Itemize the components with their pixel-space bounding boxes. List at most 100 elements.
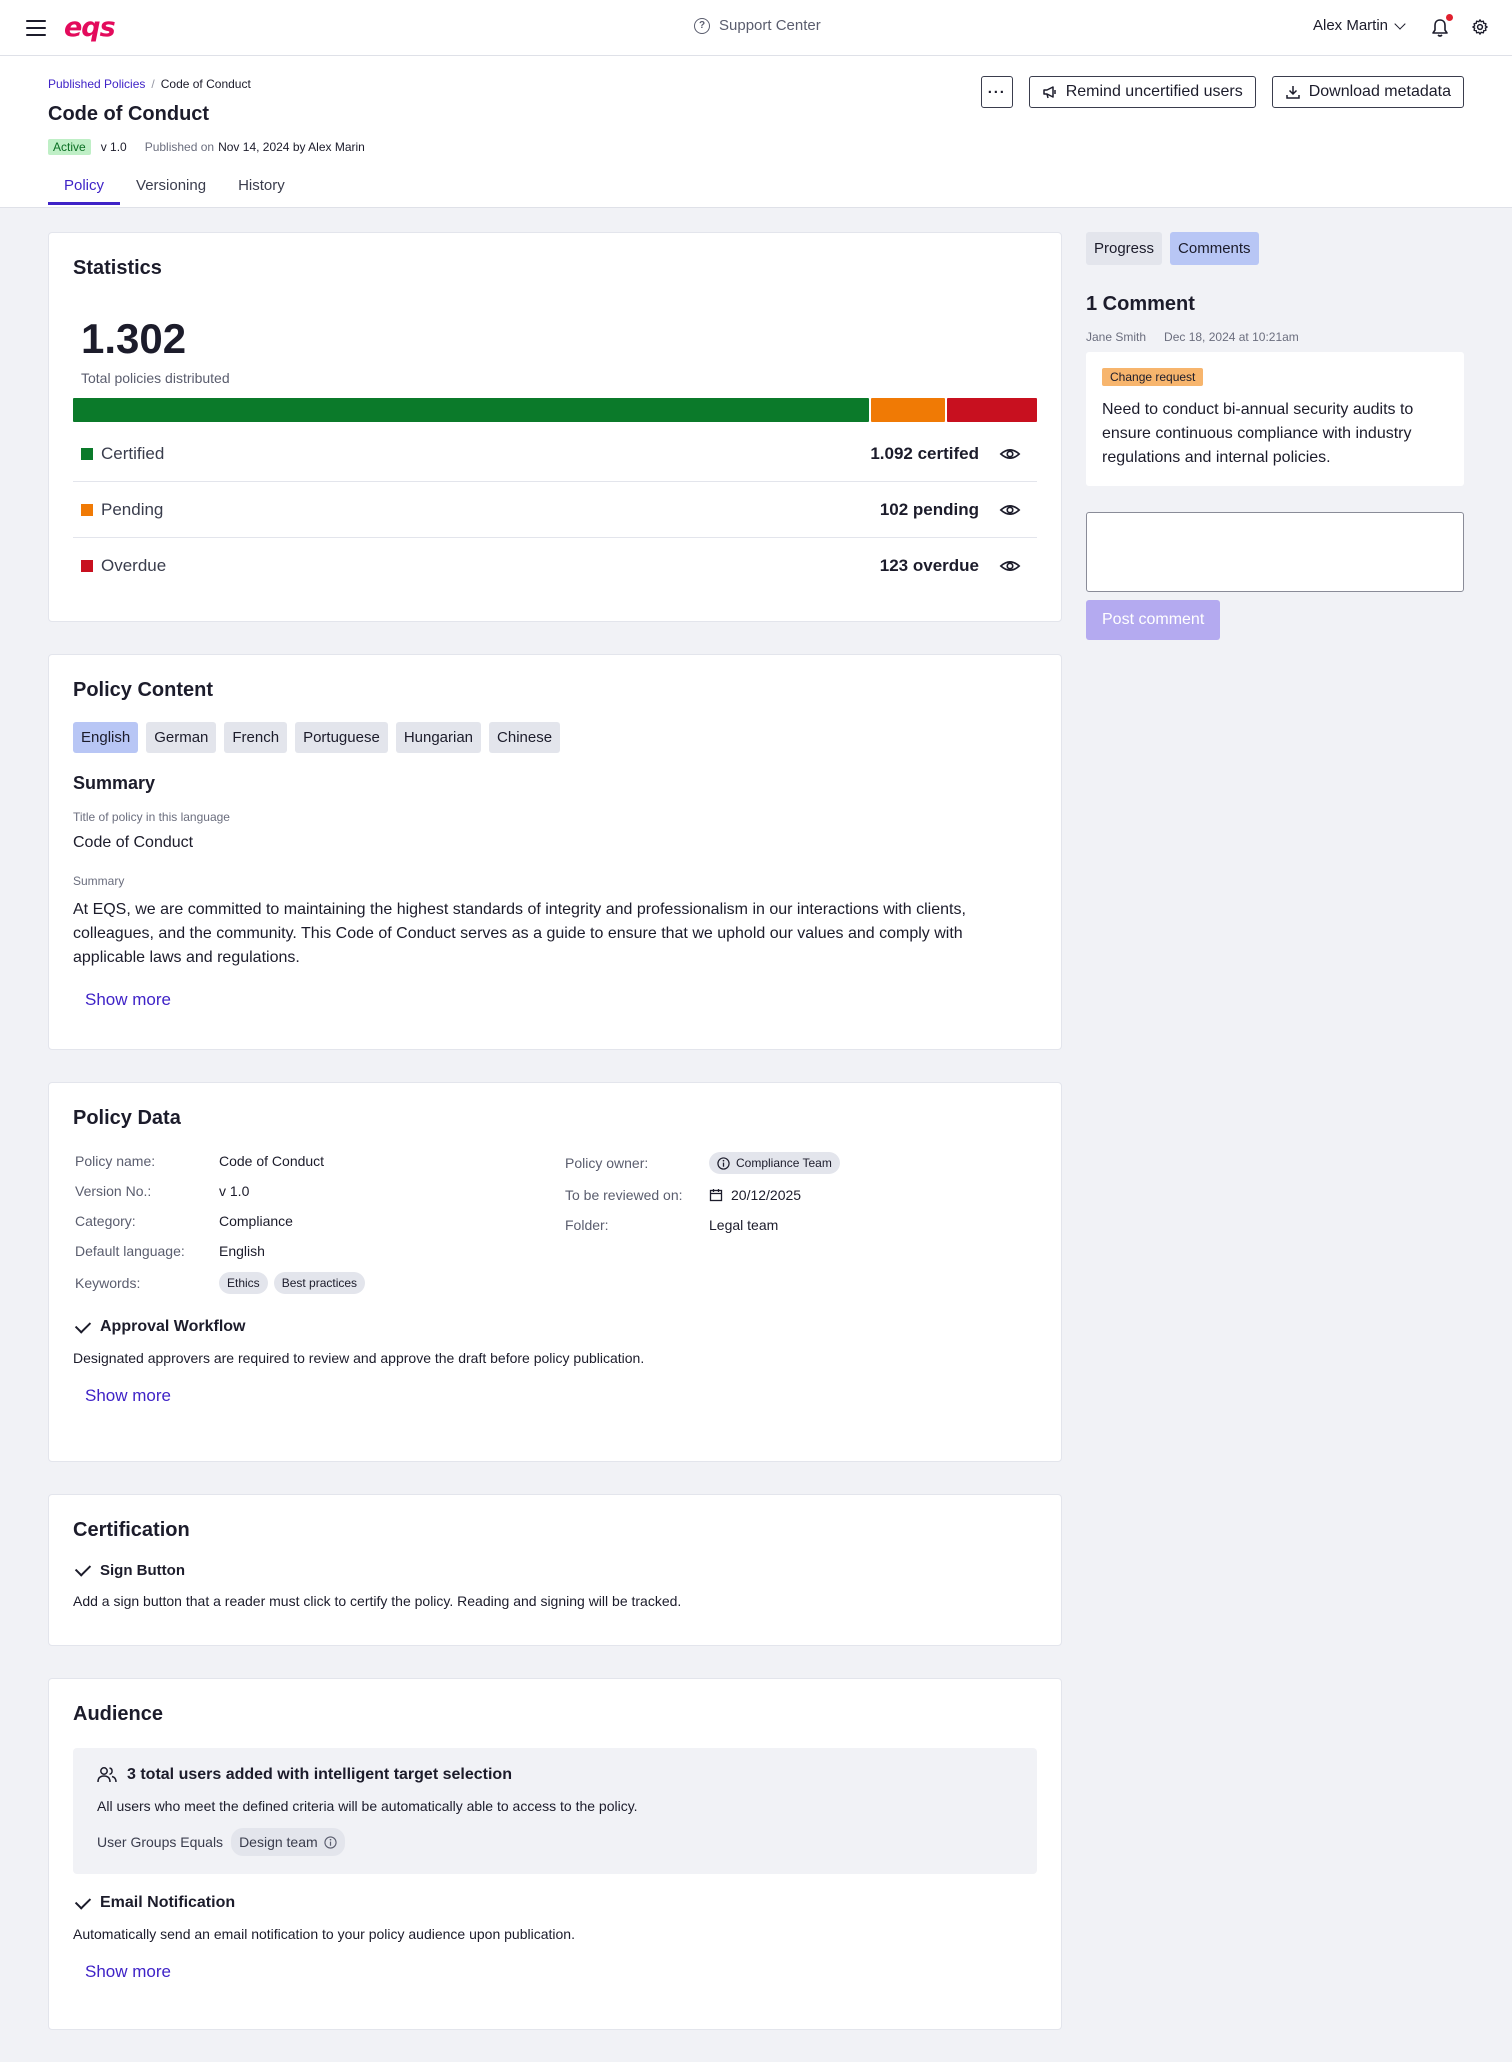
statistics-card: Statistics 1.302 Total policies distribu… [48,232,1062,622]
field-value: Compliance [219,1213,293,1229]
tab-comments[interactable]: Comments [1170,232,1259,265]
eye-icon[interactable] [999,555,1021,577]
breadcrumb-separator: / [151,77,155,91]
bell-icon[interactable] [1431,18,1449,38]
policy-meta: Active v 1.0 Published on Nov 14, 2024 b… [48,139,365,155]
language-chip-portuguese[interactable]: Portuguese [295,722,388,753]
summary-field-label: Summary [73,874,125,888]
audience-box-text: All users who meet the defined criteria … [97,1798,638,1814]
approval-workflow-heading: Approval Workflow [73,1316,1037,1336]
main-content: Statistics 1.302 Total policies distribu… [48,232,1062,2062]
audience-box-heading: 3 total users added with intelligent tar… [97,1766,1013,1784]
review-date-row: To be reviewed on: 20/12/2025 [565,1186,1065,1204]
tab-history[interactable]: History [222,177,301,204]
change-request-tag: Change request [1102,368,1204,386]
stat-value: 123 overdue [879,556,979,575]
total-distributed-value: 1.302 [81,315,187,362]
more-icon: ··· [987,83,1006,101]
side-panel: Progress Comments 1 Comment Jane Smith D… [1086,232,1464,640]
stat-value: 102 pending [879,499,979,519]
checkmark-icon [74,1316,92,1334]
field-key: Default language: [75,1243,185,1259]
language-chips: English German French Portuguese Hungari… [73,722,1037,753]
breadcrumb: Published Policies / Code of Conduct [48,77,251,91]
bar-segment-certified [73,398,869,422]
field-value: 20/12/2025 [731,1187,802,1203]
category-row: Category: Compliance [75,1212,565,1230]
more-actions-button[interactable]: ··· [980,76,1013,108]
stat-label: Pending [101,499,164,519]
design-team-pill[interactable]: Design team [231,1828,345,1856]
top-bar: eqs ? Support Center Alex Martin [0,0,1512,56]
total-distributed-label: Total policies distributed [81,370,230,386]
checkmark-icon [74,1892,92,1910]
comment-author: Jane Smith [1086,330,1147,344]
audience-selection-box: 3 total users added with intelligent tar… [73,1748,1037,1874]
show-more-link[interactable]: Show more [85,1962,171,1982]
field-value: Code of Conduct [219,1153,325,1169]
post-comment-button[interactable]: Post comment [1086,600,1221,640]
policy-data-left: Policy name: Code of Conduct Version No.:… [75,1152,565,1294]
language-chip-german[interactable]: German [146,722,217,753]
language-chip-chinese[interactable]: Chinese [489,722,561,753]
field-value: English [219,1243,265,1259]
keyword-pill: Best practices [273,1272,366,1294]
field-key: Version No.: [75,1183,152,1199]
email-notification-title: Email Notification [100,1894,236,1911]
checkmark-icon [74,1560,92,1577]
page-header: Published Policies / Code of Conduct Cod… [0,56,1512,208]
language-chip-english[interactable]: English [73,722,139,753]
sign-button-text: Add a sign button that a reader must cli… [73,1593,682,1609]
eye-icon[interactable] [999,499,1021,521]
tab-versioning[interactable]: Versioning [120,177,222,204]
language-chip-french[interactable]: French [224,722,288,753]
keyword-pill: Ethics [219,1272,268,1294]
statistics-title: Statistics [73,257,162,279]
info-icon [324,1835,337,1849]
audience-filter-label: User Groups Equals [97,1834,224,1850]
email-notification-text: Automatically send an email notification… [73,1926,575,1942]
audience-title: Audience [73,1703,164,1725]
show-more-link[interactable]: Show more [85,990,171,1010]
field-value: Legal team [709,1217,779,1233]
owner-pill[interactable]: Compliance Team [709,1152,840,1174]
version-row: Version No.: v 1.0 [75,1182,565,1200]
stat-label: Overdue [101,556,167,575]
support-center-link[interactable]: ? Support Center [694,17,821,34]
remind-uncertified-label: Remind uncertified users [1065,83,1243,100]
breadcrumb-published-policies[interactable]: Published Policies [48,77,145,91]
eqs-logo[interactable]: eqs [64,14,116,42]
sign-button-heading: Sign Button [73,1560,1037,1579]
field-key: To be reviewed on: [565,1187,683,1203]
audience-box-title: 3 total users added with intelligent tar… [127,1766,512,1783]
download-metadata-label: Download metadata [1308,83,1451,100]
policy-data-right: Policy owner: Compliance Team To be revi… [565,1152,1065,1294]
comments-heading: 1 Comment [1086,293,1195,315]
bar-segment-overdue [947,398,1037,422]
sign-button-title: Sign Button [100,1562,185,1579]
policy-tabs: Policy Versioning History [48,177,301,205]
gear-icon[interactable] [1471,18,1489,36]
distribution-bar [73,398,1037,422]
tab-policy[interactable]: Policy [48,177,121,205]
tab-progress[interactable]: Progress [1086,232,1163,265]
user-menu[interactable]: Alex Martin [1313,17,1406,34]
design-team-label: Design team [239,1834,318,1850]
stat-row-overdue: Overdue 123 overdue [73,538,1037,594]
eye-icon[interactable] [999,443,1021,465]
remind-uncertified-button[interactable]: Remind uncertified users [1028,76,1256,108]
comment-card: Change request Need to conduct bi-annual… [1086,352,1464,486]
user-name: Alex Martin [1313,17,1389,34]
menu-icon[interactable] [26,18,46,38]
stat-list: Certified 1.092 certifed Pending 102 pen… [73,426,1037,594]
stat-row-pending: Pending 102 pending [73,482,1037,538]
comment-input[interactable] [1086,512,1464,592]
language-chip-hungarian[interactable]: Hungarian [395,722,482,753]
show-more-link[interactable]: Show more [85,1386,171,1406]
stat-label: Certified [101,443,165,463]
download-metadata-button[interactable]: Download metadata [1271,76,1464,108]
title-field-value: Code of Conduct [73,834,194,851]
notification-dot [1446,14,1453,21]
audience-card: Audience 3 total users added with intell… [48,1678,1062,2030]
stat-value: 1.092 certifed [870,443,979,463]
